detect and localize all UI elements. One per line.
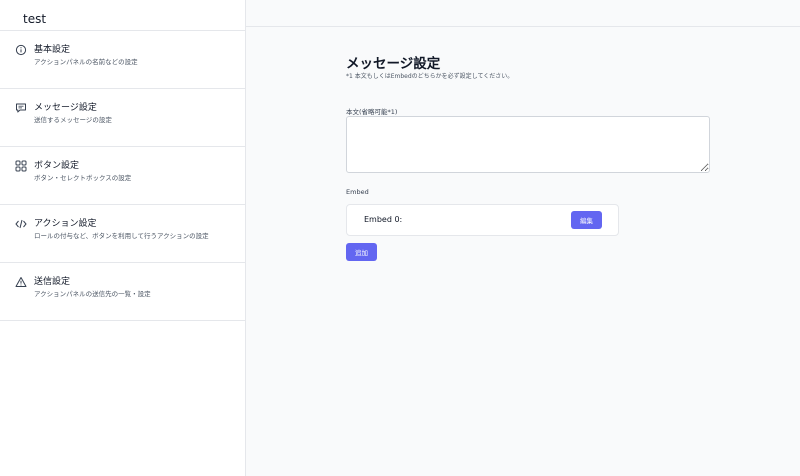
app-title: test [23,12,47,26]
add-embed-button[interactable]: 追加 [346,243,377,261]
sidebar-header: test [0,0,245,31]
sidebar-item-title: アクション設定 [34,219,97,229]
warning-icon [15,276,27,288]
sidebar-item-action-settings[interactable]: アクション設定 ロールの付与など、ボタンを利用して行うアクションの設定 [0,205,245,263]
sidebar-item-button-settings[interactable]: ボタン設定 ボタン・セレクトボックスの設定 [0,147,245,205]
page-note: *1 本文もしくはEmbedのどちらかを必ず設定してください。 [346,73,514,80]
content-area: メッセージ設定 *1 本文もしくはEmbedのどちらかを必ず設定してください。 … [246,0,800,476]
body-textarea[interactable] [346,116,710,173]
code-icon [15,218,27,230]
sidebar-item-desc: ロールの付与など、ボタンを利用して行うアクションの設定 [34,232,209,240]
sidebar: test 基本設定 アクションパネルの名前などの設定 メッセージ設定 送信するメ… [0,0,246,476]
sidebar-item-send-settings[interactable]: 送信設定 アクションパネルの送信先の一覧・設定 [0,263,245,321]
embed-label: Embed [346,188,369,196]
grid-icon [15,160,27,172]
sidebar-item-title: メッセージ設定 [34,103,97,113]
sidebar-item-desc: ボタン・セレクトボックスの設定 [34,174,132,182]
embed-name: Embed 0: [364,215,403,224]
sidebar-item-message-settings[interactable]: メッセージ設定 送信するメッセージの設定 [0,89,245,147]
sidebar-item-desc: アクションパネルの送信先の一覧・設定 [34,290,151,298]
sidebar-item-title: ボタン設定 [34,161,80,171]
body-label: 本文(省略可能*1) [346,108,398,116]
edit-embed-button[interactable]: 編集 [571,211,602,229]
sidebar-item-basic-settings[interactable]: 基本設定 アクションパネルの名前などの設定 [0,31,245,89]
embed-card: Embed 0: 編集 [346,204,619,236]
sidebar-item-title: 基本設定 [34,45,71,55]
message-icon [15,102,27,114]
page-title: メッセージ設定 [346,56,441,72]
sidebar-item-desc: アクションパネルの名前などの設定 [34,58,138,66]
sidebar-item-desc: 送信するメッセージの設定 [34,116,112,124]
sidebar-item-title: 送信設定 [34,277,71,287]
info-icon [15,44,27,56]
